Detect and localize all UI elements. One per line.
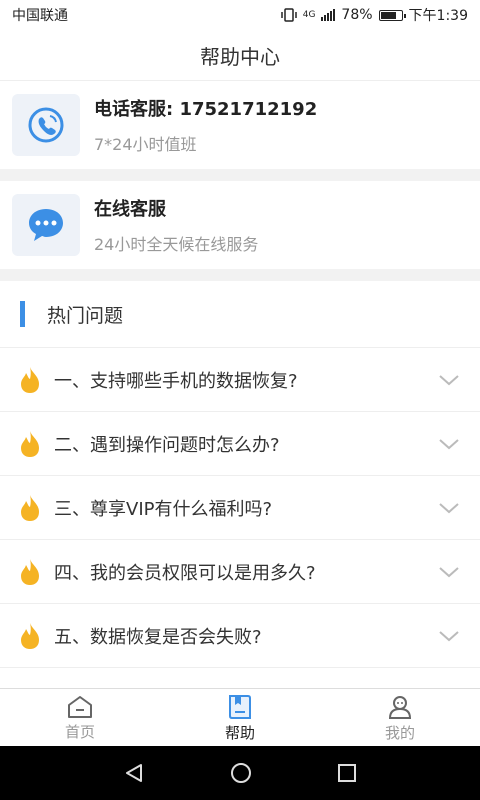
- bottom-tab-bar: 首页 帮助 我的: [0, 688, 480, 747]
- phone-icon: [12, 94, 80, 156]
- chevron-down-icon: [439, 566, 459, 577]
- battery-percent: 78%: [341, 7, 373, 23]
- status-bar: 中国联通 4G 78% 下午1:39: [0, 0, 480, 30]
- home-icon: [68, 695, 92, 718]
- chevron-down-icon: [439, 374, 459, 385]
- phone-service-subtitle: 7*24小时值班: [94, 135, 197, 154]
- divider: [0, 169, 480, 181]
- carrier-label: 中国联通: [12, 8, 68, 24]
- hot-questions-header: 热门问题: [0, 281, 480, 348]
- chat-bubble-icon: [12, 194, 80, 256]
- question-item-4[interactable]: 四、我的会员权限可以是用多久?: [0, 540, 480, 604]
- flame-icon: [21, 366, 39, 393]
- tab-profile[interactable]: 我的: [320, 689, 480, 747]
- system-nav-bar: [0, 746, 480, 800]
- question-text: 一、支持哪些手机的数据恢复?: [54, 370, 298, 392]
- online-service-subtitle: 24小时全天候在线服务: [94, 235, 259, 254]
- tab-help[interactable]: 帮助: [160, 689, 320, 747]
- status-icons: 4G 78% 下午1:39: [280, 5, 468, 25]
- page-title-bar: 帮助中心: [0, 30, 480, 81]
- vibrate-icon: [280, 8, 297, 22]
- page-title: 帮助中心: [200, 44, 280, 69]
- profile-icon: [388, 695, 412, 719]
- divider: [0, 269, 480, 281]
- question-list: 一、支持哪些手机的数据恢复? 二、遇到操作问题时怎么办? 三、尊享VIP有什么福…: [0, 348, 480, 668]
- recent-apps-icon[interactable]: [336, 762, 358, 784]
- section-accent-bar: [20, 301, 25, 327]
- clock: 下午1:39: [408, 8, 468, 24]
- chevron-down-icon: [439, 630, 459, 641]
- hot-questions-title: 热门问题: [47, 304, 124, 327]
- tab-home[interactable]: 首页: [0, 689, 160, 747]
- tab-profile-label: 我的: [384, 723, 415, 742]
- home-circle-icon[interactable]: [229, 761, 253, 785]
- question-text: 五、数据恢复是否会失败?: [54, 626, 262, 648]
- tab-help-label: 帮助: [224, 723, 255, 742]
- flame-icon: [21, 494, 39, 521]
- tab-home-label: 首页: [64, 722, 95, 741]
- question-text: 二、遇到操作问题时怎么办?: [54, 434, 280, 456]
- flame-icon: [21, 558, 39, 585]
- question-item-1[interactable]: 一、支持哪些手机的数据恢复?: [0, 348, 480, 412]
- question-text: 四、我的会员权限可以是用多久?: [54, 562, 316, 584]
- signal-icon: [321, 9, 336, 21]
- question-text: 三、尊享VIP有什么福利吗?: [54, 498, 273, 520]
- network-type: 4G: [302, 10, 316, 20]
- chevron-down-icon: [439, 502, 459, 513]
- flame-icon: [21, 430, 39, 457]
- phone-service-card[interactable]: 电话客服: 17521712192 7*24小时值班: [0, 81, 480, 169]
- help-book-icon: [229, 694, 251, 719]
- back-icon[interactable]: [122, 761, 146, 785]
- phone-service-title: 电话客服: 17521712192: [94, 99, 318, 120]
- battery-icon: [378, 9, 406, 21]
- flame-icon: [21, 622, 39, 649]
- online-service-card[interactable]: 在线客服 24小时全天候在线服务: [0, 181, 480, 269]
- chevron-down-icon: [439, 438, 459, 449]
- question-item-5[interactable]: 五、数据恢复是否会失败?: [0, 604, 480, 668]
- question-item-2[interactable]: 二、遇到操作问题时怎么办?: [0, 412, 480, 476]
- online-service-title: 在线客服: [94, 199, 166, 220]
- question-item-3[interactable]: 三、尊享VIP有什么福利吗?: [0, 476, 480, 540]
